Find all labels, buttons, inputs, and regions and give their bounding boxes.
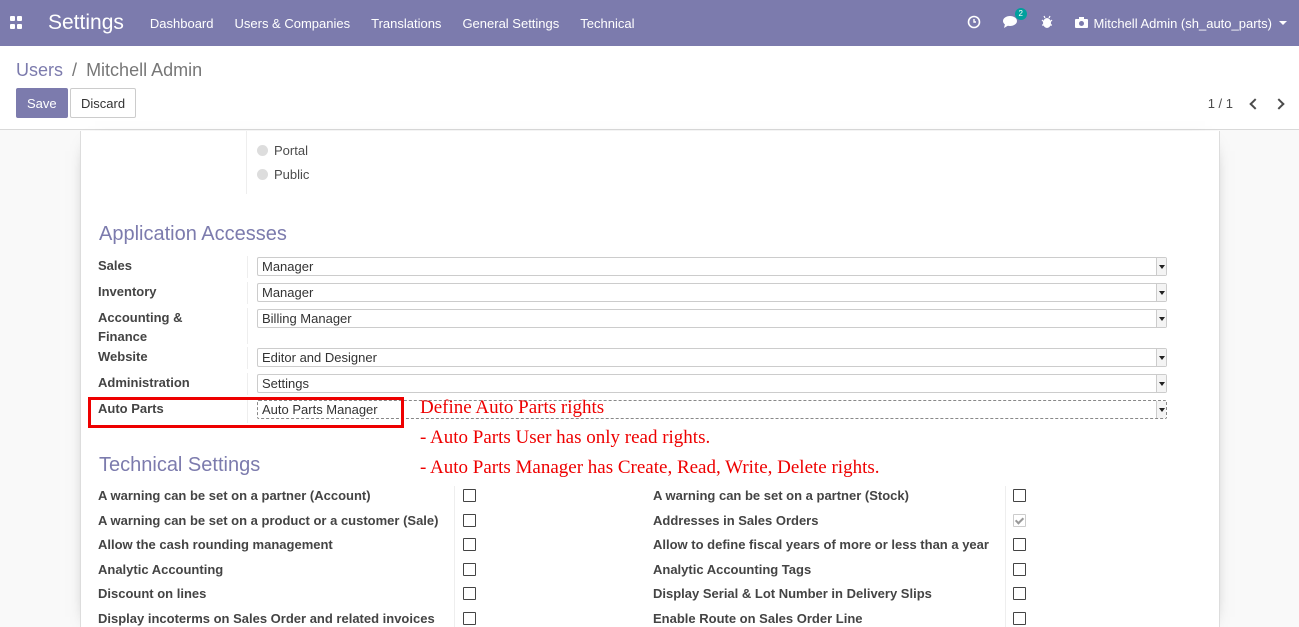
- tech-checkbox-right-3[interactable]: [1013, 563, 1026, 576]
- radio-label: Public: [274, 167, 310, 182]
- field-divider: [247, 282, 248, 304]
- annotation-line-3: - Auto Parts Manager has Create, Read, W…: [420, 457, 880, 478]
- menu-technical[interactable]: Technical: [580, 16, 634, 31]
- field-label-website: Website: [98, 349, 148, 364]
- pager-value[interactable]: 1 / 1: [1208, 96, 1233, 111]
- radio-label: Portal: [274, 143, 308, 158]
- dropdown-arrow-icon[interactable]: [1156, 375, 1166, 392]
- chevron-right-icon[interactable]: [1273, 97, 1285, 110]
- tech-checkbox-left-3[interactable]: [463, 563, 476, 576]
- tech-checkbox-left-2[interactable]: [463, 538, 476, 551]
- radio-public[interactable]: Public: [257, 167, 309, 182]
- menu-translations[interactable]: Translations: [371, 16, 441, 31]
- discard-button[interactable]: Discard: [70, 88, 137, 118]
- field-label-accounting-finance: Accounting & Finance: [98, 310, 183, 344]
- field-divider: [247, 373, 248, 395]
- tech-label: Allow to define fiscal years of more or …: [653, 537, 989, 552]
- dropdown-arrow-icon[interactable]: [1156, 284, 1166, 301]
- user-menu[interactable]: Mitchell Admin (sh_auto_parts): [1074, 15, 1287, 31]
- dropdown-arrow-icon[interactable]: [1156, 258, 1166, 275]
- annotation-line-1: Define Auto Parts rights: [420, 397, 605, 418]
- select-inventory[interactable]: Manager: [257, 283, 1167, 302]
- select-value: Editor and Designer: [262, 350, 377, 365]
- top-navbar: Settings Dashboard Users & Companies Tra…: [0, 0, 1299, 46]
- tech-checkbox-right-1[interactable]: [1013, 514, 1026, 527]
- dropdown-arrow-icon[interactable]: [1156, 349, 1166, 366]
- breadcrumb-parent[interactable]: Users: [16, 60, 63, 80]
- tech-label: Analytic Accounting: [98, 562, 224, 577]
- select-value: Manager: [262, 285, 314, 300]
- tech-label: A warning can be set on a partner (Stock…: [653, 488, 909, 503]
- radio-portal[interactable]: Portal: [257, 143, 308, 158]
- tech-label: Display Serial & Lot Number in Delivery …: [653, 586, 932, 601]
- field-label-administration: Administration: [98, 375, 190, 390]
- radio-button[interactable]: [257, 169, 268, 180]
- menu-dashboard[interactable]: Dashboard: [150, 16, 214, 31]
- annotation-highlight-box: [88, 397, 404, 428]
- menu-general-settings[interactable]: General Settings: [462, 16, 559, 31]
- tech-checkbox-right-2[interactable]: [1013, 538, 1026, 551]
- tech-label: Discount on lines: [98, 586, 207, 601]
- annotation-line-2: - Auto Parts User has only read rights.: [420, 427, 711, 448]
- tech-label: Display incoterms on Sales Order and rel…: [98, 611, 435, 626]
- breadcrumb: Users / Mitchell Admin: [16, 60, 202, 81]
- tech-checkbox-left-1[interactable]: [463, 514, 476, 527]
- tech-label: Allow the cash rounding management: [98, 537, 333, 552]
- field-divider: [247, 256, 248, 278]
- user-type-divider: [246, 131, 247, 194]
- save-button[interactable]: Save: [16, 88, 68, 118]
- select-accounting[interactable]: Billing Manager: [257, 309, 1167, 328]
- select-value: Settings: [262, 376, 309, 391]
- tech-checkbox-right-5[interactable]: [1013, 612, 1026, 625]
- pager: 1 / 1: [1208, 96, 1285, 111]
- radio-button[interactable]: [257, 145, 268, 156]
- select-value: Billing Manager: [262, 311, 352, 326]
- tech-divider-left: [454, 486, 455, 627]
- breadcrumb-separator: /: [72, 60, 78, 80]
- form-sheet: Portal Public Application Accesses Sales…: [80, 131, 1220, 627]
- field-divider: [247, 347, 248, 369]
- tech-divider-right: [1005, 486, 1006, 627]
- select-sales[interactable]: Manager: [257, 257, 1167, 276]
- menu-users-companies[interactable]: Users & Companies: [235, 16, 351, 31]
- tech-checkbox-right-4[interactable]: [1013, 587, 1026, 600]
- main-menu: Dashboard Users & Companies Translations…: [150, 16, 656, 31]
- apps-grid-icon[interactable]: [10, 16, 24, 30]
- section-title-technical-settings: Technical Settings: [99, 454, 261, 476]
- select-administration[interactable]: Settings: [257, 374, 1167, 393]
- user-name: Mitchell Admin (sh_auto_parts): [1093, 15, 1272, 31]
- clock-icon[interactable]: [967, 15, 981, 32]
- tech-checkbox-right-0[interactable]: [1013, 489, 1026, 502]
- field-divider: [247, 308, 248, 344]
- tech-label: Addresses in Sales Orders: [653, 513, 819, 528]
- tech-label: Enable Route on Sales Order Line: [653, 611, 863, 626]
- field-label-inventory: Inventory: [98, 284, 157, 299]
- tech-checkbox-left-0[interactable]: [463, 489, 476, 502]
- dropdown-arrow-icon[interactable]: [1156, 401, 1166, 418]
- app-brand[interactable]: Settings: [48, 11, 124, 35]
- tech-checkbox-left-5[interactable]: [463, 612, 476, 625]
- dropdown-arrow-icon[interactable]: [1156, 310, 1166, 327]
- field-label-sales: Sales: [98, 258, 132, 273]
- tech-checkbox-left-4[interactable]: [463, 587, 476, 600]
- navbar-systray: 2 Mitchell Admin (sh_auto_parts): [967, 0, 1299, 46]
- tech-label: A warning can be set on a partner (Accou…: [98, 488, 371, 503]
- breadcrumb-current: Mitchell Admin: [86, 60, 203, 80]
- chevron-left-icon[interactable]: [1249, 97, 1261, 110]
- tech-label: Analytic Accounting Tags: [653, 562, 812, 577]
- messages-badge: 2: [1014, 7, 1027, 20]
- camera-icon: [1074, 16, 1088, 31]
- chat-icon[interactable]: 2: [1002, 7, 1027, 32]
- control-panel: Users / Mitchell Admin Save Discard 1 / …: [0, 46, 1299, 130]
- tech-label: A warning can be set on a product or a c…: [98, 513, 439, 528]
- bug-icon[interactable]: [1041, 15, 1053, 32]
- select-website[interactable]: Editor and Designer: [257, 348, 1167, 367]
- chevron-down-icon: [1279, 21, 1287, 25]
- section-title-application-accesses: Application Accesses: [99, 223, 287, 245]
- select-value: Manager: [262, 259, 314, 274]
